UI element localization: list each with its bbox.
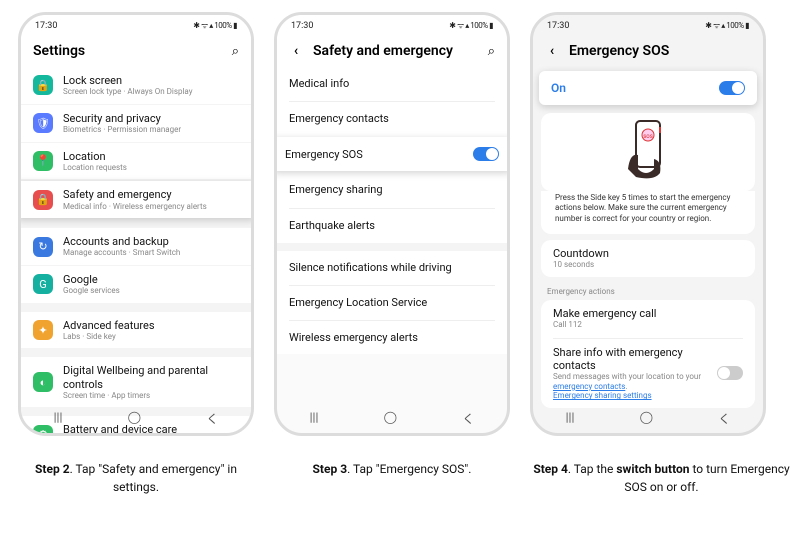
lock-icon: 🔒 [33,75,53,95]
sos-illustration: sos [541,113,755,191]
sos-description: Press the Side key 5 times to start the … [541,191,755,234]
nav-back-icon[interactable]: く [206,410,218,427]
page-title: Settings [33,43,232,59]
countdown-card[interactable]: Countdown10 seconds [541,240,755,277]
emergency-sos-toggle[interactable] [473,147,499,161]
shield-icon: 🛡 [33,113,53,133]
google-icon: G [33,274,53,294]
actions-card: Make emergency callCall 112 Share info w… [541,300,755,408]
accounts-icon: ↻ [33,237,53,257]
search-icon[interactable]: ⌕ [488,44,495,59]
status-time: 17:30 [547,21,569,31]
list-spacer [21,220,251,228]
nav-bar: ||| ◯ く [533,410,763,427]
settings-item-safety-emergency[interactable]: 🔒 Safety and emergencyMedical info · Wir… [18,181,254,218]
nav-recent-icon[interactable]: ||| [310,410,319,427]
item-location-service[interactable]: Emergency Location Service [277,286,507,319]
nav-recent-icon[interactable]: ||| [54,410,63,427]
safety-icon: 🔒 [33,190,53,210]
status-bar: 17:30 ✱ ᯤ ▴ 100% ▮ [533,15,763,33]
settings-item-lock-screen[interactable]: 🔒 Lock screenScreen lock type · Always O… [21,67,251,104]
list-spacer [21,304,251,312]
status-time: 17:30 [291,21,313,31]
list-spacer [21,349,251,357]
page-title: Safety and emergency [313,43,488,59]
settings-list: 🔒 Lock screenScreen lock type · Always O… [21,67,251,436]
sos-main-toggle[interactable] [719,81,745,95]
wellbeing-icon: ◐ [33,372,53,392]
caption-step3: Step 3. Tap "Emergency SOS". [274,460,510,478]
phone-step2: 17:30 ✱ ᯤ ▴ 100% ▮ Settings ⌕ 🔒 Lock scr… [18,12,254,436]
status-icons: ✱ ᯤ ▴ 100% ▮ [449,20,493,31]
item-emergency-contacts[interactable]: Emergency contacts [277,102,507,135]
nav-back-icon[interactable]: く [462,410,474,427]
sos-on-panel: On [539,71,757,105]
item-medical-info[interactable]: Medical info [277,67,507,100]
safety-list: Medical info Emergency contacts Emergenc… [277,67,507,354]
sharing-settings-link[interactable]: Emergency sharing settings [553,391,652,400]
search-icon[interactable]: ⌕ [232,44,239,59]
back-icon[interactable]: ‹ [545,43,559,59]
status-time: 17:30 [35,21,57,31]
settings-item-google[interactable]: G GoogleGoogle services [21,266,251,303]
item-silence-driving[interactable]: Silence notifications while driving [277,251,507,284]
location-icon: 📍 [33,151,53,171]
settings-item-advanced[interactable]: ✦ Advanced featuresLabs · Side key [21,312,251,349]
item-emergency-sharing[interactable]: Emergency sharing [277,173,507,206]
nav-bar: ||| ◯ く [277,410,507,427]
nav-back-icon[interactable]: く [718,410,730,427]
page-title: Emergency SOS [569,43,751,59]
item-wireless-alerts[interactable]: Wireless emergency alerts [277,321,507,354]
settings-item-wellbeing[interactable]: ◐ Digital Wellbeing and parental control… [21,357,251,407]
share-info-toggle[interactable] [717,366,743,380]
svg-text:sos: sos [643,133,653,140]
caption-step4: Step 4. Tap the switch button to turn Em… [530,460,793,496]
caption-step2: Step 2. Tap "Safety and emergency" in se… [18,460,254,496]
settings-item-location[interactable]: 📍 LocationLocation requests [21,143,251,180]
list-spacer [277,243,507,251]
on-label: On [551,81,566,95]
status-bar: 17:30 ✱ ᯤ ▴ 100% ▮ [277,15,507,33]
sos-header: ‹ Emergency SOS [533,33,763,67]
settings-header: Settings ⌕ [21,33,251,67]
nav-home-icon[interactable]: ◯ [384,410,397,427]
nav-home-icon[interactable]: ◯ [128,410,141,427]
back-icon[interactable]: ‹ [289,43,303,59]
item-make-call[interactable]: Make emergency callCall 112 [541,300,755,337]
item-earthquake-alerts[interactable]: Earthquake alerts [277,209,507,242]
status-bar: 17:30 ✱ ᯤ ▴ 100% ▮ [21,15,251,33]
status-icons: ✱ ᯤ ▴ 100% ▮ [705,20,749,31]
nav-home-icon[interactable]: ◯ [640,410,653,427]
item-emergency-sos[interactable]: Emergency SOS [274,137,510,171]
safety-header: ‹ Safety and emergency ⌕ [277,33,507,67]
nav-recent-icon[interactable]: ||| [566,410,575,427]
advanced-icon: ✦ [33,320,53,340]
item-share-info[interactable]: Share info with emergency contacts Send … [541,339,755,408]
settings-item-security[interactable]: 🛡 Security and privacyBiometrics · Permi… [21,105,251,142]
status-icons: ✱ ᯤ ▴ 100% ▮ [193,20,237,31]
actions-label: Emergency actions [533,283,763,300]
phone-step3: 17:30 ✱ ᯤ ▴ 100% ▮ ‹ Safety and emergenc… [274,12,510,436]
nav-bar: ||| ◯ く [21,410,251,427]
settings-item-accounts[interactable]: ↻ Accounts and backupManage accounts · S… [21,228,251,265]
phone-step4: 17:30 ✱ ᯤ ▴ 100% ▮ ‹ Emergency SOS On so… [530,12,766,436]
